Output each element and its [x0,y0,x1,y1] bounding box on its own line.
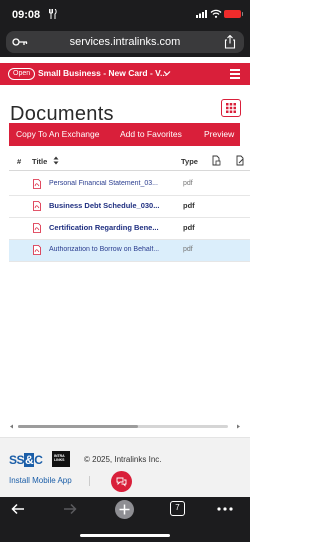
pdf-file-icon [33,201,41,211]
workspace-bar: Open Small Business - New Card - V... [0,63,250,85]
preview-button[interactable]: Preview [204,129,234,139]
pdf-file-icon [33,223,41,233]
home-indicator [80,534,170,537]
chevron-down-icon[interactable] [163,70,171,76]
add-to-favorites-button[interactable]: Add to Favorites [120,129,182,139]
fork-knife-icon [49,9,57,19]
scroll-right-arrow-icon[interactable] [236,424,241,429]
browser-top-chrome: 09:08 services.intralinks.com [0,0,250,57]
chat-bubble-icon [116,477,127,487]
document-type: pdf [183,180,193,187]
pdf-file-icon [33,245,41,255]
install-mobile-app-link[interactable]: Install Mobile App [9,476,72,485]
share-icon[interactable] [224,35,236,49]
table-row[interactable]: Certification Regarding Bene... pdf [9,218,250,240]
table-row-selected[interactable]: Authorization to Borrow on Behalf... pdf [9,240,250,262]
action-toolbar: Copy To An Exchange Add to Favorites Pre… [9,123,240,146]
view-toggle-button[interactable] [221,99,241,117]
back-arrow-icon[interactable] [11,503,25,515]
column-header-number: # [17,157,22,166]
intralinks-logo: INTRA LINKS [52,451,70,467]
url-text[interactable]: services.intralinks.com [6,36,244,48]
document-lock-icon [212,155,221,166]
chat-button[interactable] [111,471,132,492]
more-options-icon[interactable] [217,503,233,515]
page-footer: SS&C INTRA LINKS © 2025, Intralinks Inc. … [0,437,250,497]
document-name-link[interactable]: Business Debt Schedule_030... [49,201,177,210]
address-bar[interactable]: services.intralinks.com [6,31,244,53]
wifi-icon [210,9,222,18]
divider [89,476,90,486]
table-row[interactable]: Business Debt Schedule_030... pdf [9,196,250,218]
horizontal-scrollbar[interactable] [9,424,241,429]
document-edit-icon [236,155,244,166]
status-bar: 09:08 [0,0,250,26]
document-name-link[interactable]: Certification Regarding Bene... [49,223,177,232]
scrollbar-thumb[interactable] [18,425,138,428]
new-tab-button[interactable] [115,500,134,519]
plus-icon [119,504,130,515]
ssc-logo: SS&C [9,453,43,467]
grid-icon [226,103,236,113]
table-row[interactable]: Personal Financial Statement_03... pdf [9,174,250,196]
document-name-link[interactable]: Personal Financial Statement_03... [49,180,177,187]
column-header-type[interactable]: Type [181,157,198,166]
scroll-left-arrow-icon[interactable] [9,424,14,429]
battery-low-icon [224,10,243,18]
column-header-title[interactable]: Title [32,157,47,166]
copy-to-exchange-button[interactable]: Copy To An Exchange [16,129,100,139]
tab-switcher-button[interactable]: 7 [170,501,185,516]
table-header: # Title Type [9,151,250,171]
document-type: pdf [183,246,193,253]
document-name-link[interactable]: Authorization to Borrow on Behalf... [49,246,177,253]
forward-arrow-icon[interactable] [63,503,77,515]
status-badge: Open [8,68,36,80]
document-type: pdf [183,201,195,210]
pdf-file-icon [33,179,41,189]
copyright-text: © 2025, Intralinks Inc. [84,455,162,464]
sort-icon[interactable] [53,156,59,165]
workspace-selector[interactable]: Small Business - New Card - V... [38,68,167,78]
document-type: pdf [183,223,195,232]
status-time: 09:08 [12,9,41,21]
cellular-signal-icon [196,10,207,18]
hamburger-menu-icon[interactable] [230,69,240,79]
browser-bottom-toolbar: 7 [0,497,250,542]
